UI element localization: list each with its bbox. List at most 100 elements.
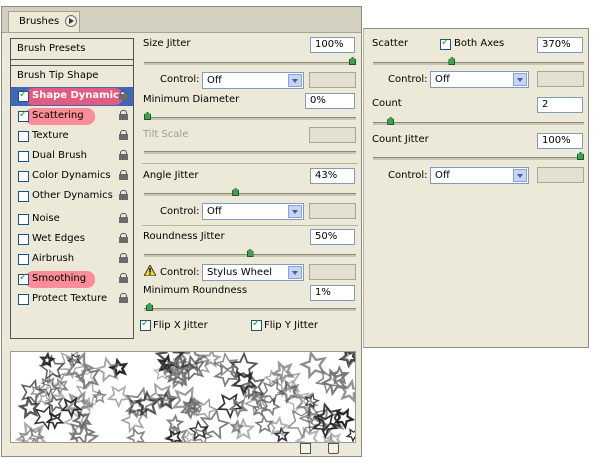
count-jitter-label: Count Jitter <box>372 134 429 145</box>
star-stroke <box>298 352 327 380</box>
size-jitter-slider-thumb[interactable] <box>349 57 356 65</box>
option-noise[interactable]: Noise <box>11 210 133 229</box>
option-dual-brush[interactable]: Dual Brush <box>11 147 133 166</box>
chevron-down-icon[interactable] <box>288 266 302 279</box>
angle-control-fade-field <box>309 203 356 219</box>
option-label: Shape Dynamics <box>32 90 125 101</box>
checkbox-texture[interactable] <box>18 131 29 142</box>
lock-icon[interactable] <box>119 233 128 243</box>
min-diameter-slider[interactable] <box>144 117 356 120</box>
brush-tip-shape-label: Brush Tip Shape <box>17 70 99 81</box>
size-jitter-value[interactable]: 100% <box>310 37 355 53</box>
checkbox-airbrush[interactable] <box>18 254 29 265</box>
lock-icon[interactable] <box>119 130 128 140</box>
angle-jitter-value[interactable]: 43% <box>310 168 355 184</box>
checkbox-color-dynamics[interactable] <box>18 171 29 182</box>
min-roundness-value[interactable]: 1% <box>310 285 355 301</box>
option-smoothing[interactable]: Smoothing <box>11 270 133 289</box>
brush-presets-item[interactable]: Brush Presets <box>11 39 133 60</box>
min-roundness-slider-thumb[interactable] <box>146 303 154 311</box>
checkbox-wet-edges[interactable] <box>18 234 29 245</box>
checkbox-other-dynamics[interactable] <box>18 191 29 202</box>
chevron-down-icon[interactable] <box>288 205 302 218</box>
roundness-jitter-slider-thumb[interactable] <box>246 249 254 257</box>
flip-x-checkbox[interactable] <box>140 318 151 331</box>
count-control-select[interactable]: Off <box>430 167 529 184</box>
roundness-control-select[interactable]: Stylus Wheel <box>202 264 304 281</box>
option-airbrush[interactable]: Airbrush <box>11 250 133 269</box>
option-color-dynamics[interactable]: Color Dynamics <box>11 167 133 186</box>
min-roundness-slider[interactable] <box>144 308 356 311</box>
count-jitter-slider[interactable] <box>373 157 584 160</box>
scatter-slider-thumb[interactable] <box>448 57 456 65</box>
count-control-label: Control: <box>388 170 428 181</box>
lock-icon[interactable] <box>119 150 128 160</box>
flip-y-checkbox[interactable] <box>251 318 262 331</box>
option-protect-texture[interactable]: Protect Texture <box>11 290 133 309</box>
new-preset-icon[interactable] <box>300 443 311 454</box>
min-diameter-value[interactable]: 0% <box>305 93 355 109</box>
scatter-control-select[interactable]: Off <box>430 71 529 88</box>
star-stroke <box>165 413 185 432</box>
size-jitter-slider[interactable] <box>144 62 356 65</box>
min-diameter-slider-thumb[interactable] <box>144 112 151 120</box>
star-stroke <box>345 428 355 442</box>
tilt-scale-label: Tilt Scale <box>143 129 189 140</box>
chevron-down-icon[interactable] <box>513 73 527 86</box>
brushes-panel: Brushes Brush Presets Brush Tip Shape Sh… <box>1 6 362 457</box>
lock-icon[interactable] <box>119 213 128 223</box>
count-jitter-value[interactable]: 100% <box>537 133 583 149</box>
option-label: Noise <box>32 213 60 224</box>
star-stroke <box>107 357 129 379</box>
roundness-jitter-value[interactable]: 50% <box>310 229 355 245</box>
lock-icon[interactable] <box>119 110 128 120</box>
scatter-control-label: Control: <box>388 74 428 85</box>
count-control-fade-field <box>537 167 584 183</box>
both-axes-checkbox[interactable] <box>440 37 451 50</box>
angle-control-select[interactable]: Off <box>202 203 304 220</box>
count-jitter-slider-thumb[interactable] <box>577 152 584 160</box>
scatter-control-value: Off <box>435 74 450 85</box>
size-control-label: Control: <box>160 74 200 85</box>
angle-jitter-slider-thumb[interactable] <box>232 188 240 196</box>
option-scattering[interactable]: Scattering <box>11 107 133 126</box>
checkbox-protect-texture[interactable] <box>18 294 29 305</box>
count-value[interactable]: 2 <box>537 97 583 113</box>
count-slider-thumb[interactable] <box>387 117 395 125</box>
size-control-fade-field <box>309 72 356 88</box>
warning-icon <box>144 265 156 276</box>
trash-icon[interactable] <box>328 443 339 454</box>
checkbox-shape-dynamics[interactable] <box>18 89 29 102</box>
roundness-control-value: Stylus Wheel <box>207 267 272 278</box>
flip-y-label: Flip Y Jitter <box>264 320 318 331</box>
chevron-down-icon[interactable] <box>513 169 527 182</box>
option-texture[interactable]: Texture <box>11 127 133 146</box>
scatter-slider[interactable] <box>373 62 584 65</box>
checkbox-dual-brush[interactable] <box>18 151 29 162</box>
checkbox-noise[interactable] <box>18 214 29 225</box>
star-stroke <box>94 356 121 384</box>
lock-icon[interactable] <box>119 293 128 303</box>
option-wet-edges[interactable]: Wet Edges <box>11 230 133 249</box>
tab-brushes[interactable]: Brushes <box>8 11 80 32</box>
option-other-dynamics[interactable]: Other Dynamics <box>11 187 133 206</box>
option-label: Scattering <box>32 110 84 121</box>
lock-icon[interactable] <box>119 90 128 100</box>
lock-icon[interactable] <box>119 273 128 283</box>
lock-icon[interactable] <box>119 190 128 200</box>
checkbox-smoothing[interactable] <box>18 272 29 285</box>
lock-icon[interactable] <box>119 170 128 180</box>
scatter-value[interactable]: 370% <box>537 37 583 53</box>
lock-icon[interactable] <box>119 253 128 263</box>
checkbox-scattering[interactable] <box>18 109 29 122</box>
chevron-down-icon[interactable] <box>288 74 302 87</box>
roundness-control-label: Control: <box>160 267 200 278</box>
size-control-select[interactable]: Off <box>202 72 304 89</box>
panel-menu-icon[interactable] <box>65 15 77 27</box>
angle-jitter-slider[interactable] <box>144 193 356 196</box>
option-label: Other Dynamics <box>32 190 113 201</box>
option-shape-dynamics[interactable]: Shape Dynamics <box>11 87 133 106</box>
count-slider[interactable] <box>373 122 584 125</box>
brush-tip-shape-item[interactable]: Brush Tip Shape <box>11 65 133 86</box>
star-stroke <box>213 362 239 388</box>
